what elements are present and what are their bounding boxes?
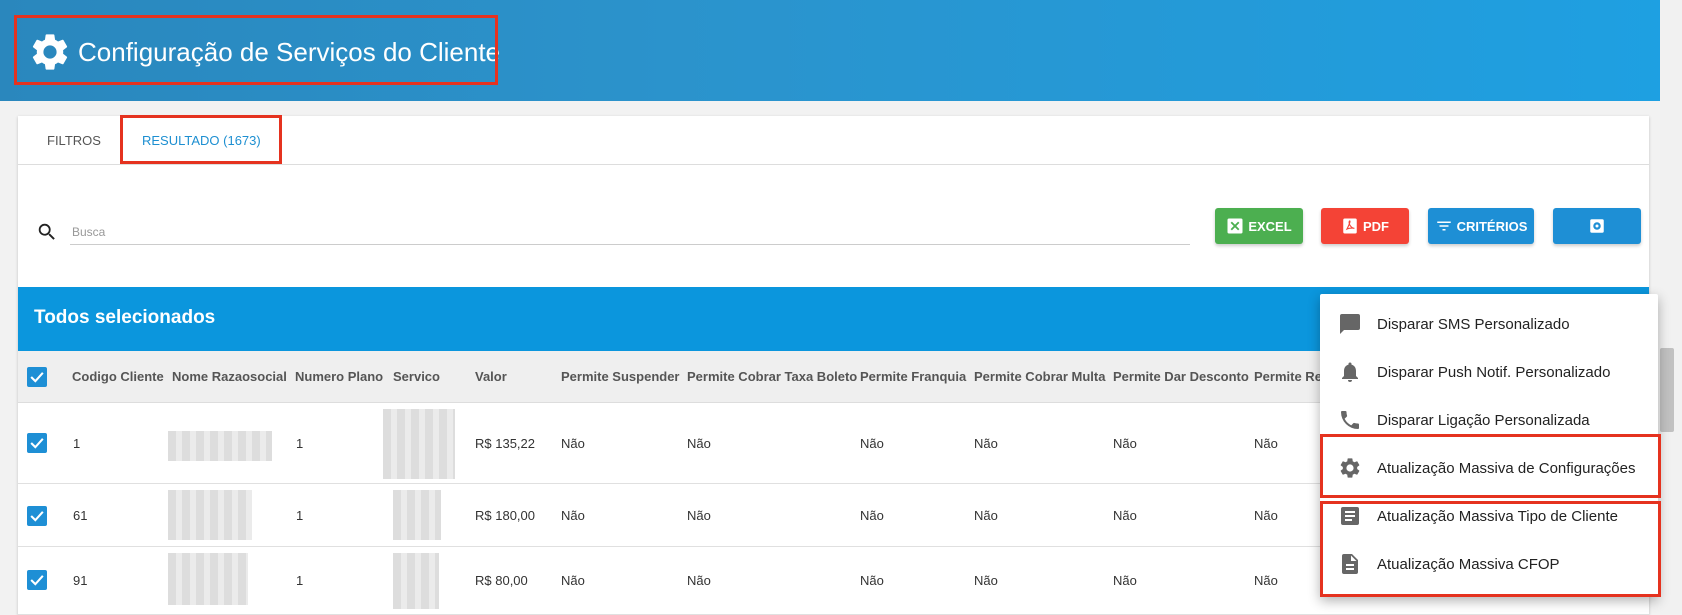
column-header[interactable]: Numero Plano — [295, 369, 383, 384]
cell-codigo: 61 — [73, 508, 88, 523]
cell-valor: R$ 80,00 — [475, 573, 528, 588]
cell-codigo: 91 — [73, 573, 88, 588]
search-icon — [38, 223, 55, 240]
column-header[interactable]: Nome Razaosocial — [172, 369, 287, 384]
column-header[interactable]: Codigo Cliente — [72, 369, 164, 384]
tab-bar: FILTROS RESULTADO (1673) — [18, 116, 1649, 165]
column-header[interactable]: Permite Suspender — [561, 369, 680, 384]
cell-re: Não — [1254, 573, 1278, 588]
check-icon — [30, 372, 44, 383]
column-header[interactable]: Permite Dar Desconto — [1113, 369, 1249, 384]
menu-item-label: Disparar Push Notif. Personalizado — [1377, 363, 1611, 381]
menu-item-label: Disparar SMS Personalizado — [1377, 315, 1570, 333]
cell-plano: 1 — [296, 573, 304, 588]
cell-re: Não — [1254, 436, 1278, 451]
cell-desconto: Não — [1113, 573, 1137, 588]
cell-plano: 1 — [296, 508, 304, 523]
check-icon — [30, 575, 44, 586]
cell-franquia: Não — [860, 508, 884, 523]
menu-item-sms[interactable]: Disparar SMS Personalizado — [1320, 300, 1658, 348]
scrollbar-thumb[interactable] — [1660, 348, 1674, 432]
page-header: Configuração de Serviços do Cliente — [0, 0, 1682, 101]
column-header[interactable]: Valor — [475, 369, 507, 384]
cell-multa: Não — [974, 436, 998, 451]
column-header[interactable]: Permite Franquia — [860, 369, 966, 384]
tab-filtros[interactable]: FILTROS — [47, 116, 101, 165]
settings-button[interactable] — [1553, 208, 1641, 244]
cell-suspender: Não — [561, 508, 585, 523]
menu-item-cfop[interactable]: Atualização Massiva CFOP — [1320, 540, 1658, 588]
cell-taxa: Não — [687, 436, 711, 451]
pdf-label: PDF — [1363, 218, 1389, 234]
column-header[interactable]: Permite Cobrar Multa — [974, 369, 1105, 384]
column-header[interactable]: Permite Cobrar Taxa Boleto — [687, 369, 857, 384]
gear-icon — [32, 34, 68, 70]
menu-item-push[interactable]: Disparar Push Notif. Personalizado — [1320, 348, 1658, 396]
redacted-service — [383, 409, 455, 479]
chat-icon — [1340, 314, 1360, 334]
redacted-service — [393, 490, 441, 540]
scrollbar-track[interactable] — [1660, 0, 1682, 615]
settings-icon — [1590, 219, 1604, 233]
excel-label: EXCEL — [1248, 218, 1292, 234]
check-icon — [30, 438, 44, 449]
page-title: Configuração de Serviços do Cliente — [28, 30, 500, 74]
cell-suspender: Não — [561, 573, 585, 588]
page-title-text: Configuração de Serviços do Cliente — [78, 36, 501, 67]
pdf-icon — [1343, 218, 1357, 234]
row-checkbox[interactable] — [27, 506, 47, 526]
column-header[interactable]: Servico — [393, 369, 440, 384]
tab-resultado[interactable]: RESULTADO (1673) — [142, 116, 261, 165]
selection-bar-label: Todos selecionados — [34, 307, 216, 328]
menu-item-label: Atualização Massiva CFOP — [1377, 555, 1560, 573]
excel-icon — [1227, 218, 1243, 234]
bell-icon — [1342, 362, 1358, 382]
cell-taxa: Não — [687, 573, 711, 588]
cell-multa: Não — [974, 508, 998, 523]
cell-suspender: Não — [561, 436, 585, 451]
redacted-name — [168, 490, 252, 540]
redacted-name — [168, 553, 248, 605]
menu-item-label: Disparar Ligação Personalizada — [1377, 411, 1590, 429]
phone-icon — [1341, 411, 1359, 429]
criterios-button[interactable]: CRITÉRIOS — [1428, 208, 1534, 244]
list-icon — [1341, 507, 1359, 525]
cell-desconto: Não — [1113, 508, 1137, 523]
filter-icon — [1436, 221, 1451, 231]
column-header[interactable]: Permite Re — [1254, 369, 1322, 384]
redacted-service — [393, 553, 439, 609]
cell-re: Não — [1254, 508, 1278, 523]
cell-taxa: Não — [687, 508, 711, 523]
menu-item-label: Atualização Massiva Tipo de Cliente — [1377, 507, 1618, 525]
menu-item-label: Atualização Massiva de Configurações — [1377, 459, 1636, 477]
search-input[interactable] — [70, 219, 1190, 245]
cell-valor: R$ 135,22 — [475, 436, 535, 451]
redacted-name — [168, 431, 272, 461]
cell-codigo: 1 — [73, 436, 81, 451]
menu-item-config[interactable]: Atualização Massiva de Configurações — [1320, 444, 1658, 492]
document-icon — [1342, 554, 1358, 574]
menu-item-ligacao[interactable]: Disparar Ligação Personalizada — [1320, 396, 1658, 444]
cell-desconto: Não — [1113, 436, 1137, 451]
row-checkbox[interactable] — [27, 570, 47, 590]
excel-button[interactable]: EXCEL — [1215, 208, 1303, 244]
menu-item-tipo-cliente[interactable]: Atualização Massiva Tipo de Cliente — [1320, 492, 1658, 540]
cell-multa: Não — [974, 573, 998, 588]
check-icon — [30, 511, 44, 522]
criterios-label: CRITÉRIOS — [1456, 218, 1528, 234]
select-all-checkbox[interactable] — [27, 367, 47, 387]
pdf-button[interactable]: PDF — [1321, 208, 1409, 244]
cell-valor: R$ 180,00 — [475, 508, 535, 523]
actions-menu: Disparar SMS Personalizado Disparar Push… — [1320, 294, 1658, 597]
cell-plano: 1 — [296, 436, 304, 451]
row-checkbox[interactable] — [27, 433, 47, 453]
cell-franquia: Não — [860, 436, 884, 451]
cell-franquia: Não — [860, 573, 884, 588]
gear-icon — [1340, 458, 1360, 478]
